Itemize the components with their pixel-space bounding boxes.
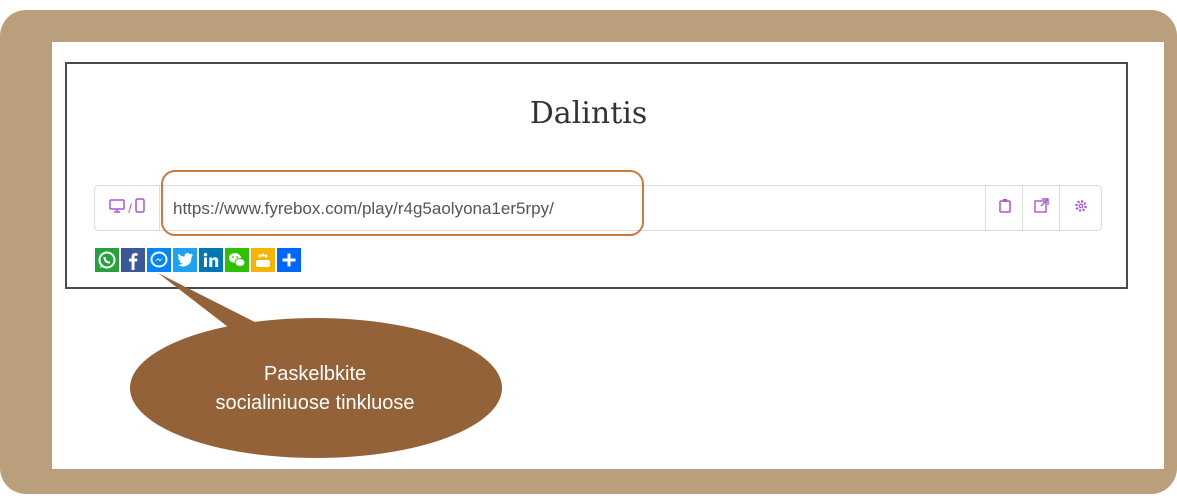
callout-bubble <box>130 273 502 458</box>
callout-line-1: Paskelbkite <box>263 363 367 385</box>
callout-line-2: socialiniuose tinkluose <box>215 392 415 414</box>
callout-text: Paskelbkite socialiniuose tinkluose <box>140 360 490 418</box>
